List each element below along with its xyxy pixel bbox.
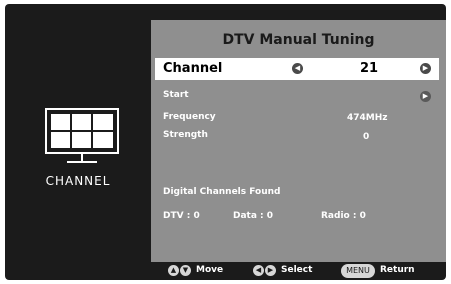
start-arrow-icon[interactable]: ▶ bbox=[420, 91, 431, 102]
left-arrow-icon: ◀ bbox=[253, 265, 264, 276]
left-panel: CHANNEL bbox=[5, 4, 151, 262]
channel-row[interactable]: Channel ◀ 21 ▶ bbox=[155, 58, 439, 80]
data-count: Data : 0 bbox=[233, 211, 274, 221]
tv-osd-frame: CHANNEL DTV Manual Tuning Channel ◀ 21 ▶… bbox=[5, 4, 446, 280]
footer-hints: ▲ ▼ Move ◀ ▶ Select MENU Return bbox=[151, 262, 446, 280]
channel-left-arrow-icon[interactable]: ◀ bbox=[292, 63, 303, 74]
manual-tuning-panel: DTV Manual Tuning Channel ◀ 21 ▶ Start ▶… bbox=[151, 20, 446, 262]
menu-key-icon: MENU bbox=[341, 264, 375, 278]
strength-value: 0 bbox=[363, 132, 370, 142]
up-arrow-icon: ▲ bbox=[168, 265, 179, 276]
select-hint: Select bbox=[281, 265, 313, 275]
radio-count: Radio : 0 bbox=[321, 211, 366, 221]
down-arrow-icon: ▼ bbox=[180, 265, 191, 276]
frequency-value: 474MHz bbox=[347, 113, 388, 123]
right-arrow-icon: ▶ bbox=[265, 265, 276, 276]
tv-icon bbox=[45, 108, 119, 163]
return-hint: Return bbox=[380, 265, 415, 275]
panel-title: DTV Manual Tuning bbox=[222, 32, 375, 48]
dtv-count: DTV : 0 bbox=[163, 211, 200, 221]
frequency-label: Frequency bbox=[163, 112, 216, 122]
channel-right-arrow-icon[interactable]: ▶ bbox=[420, 63, 431, 74]
start-label[interactable]: Start bbox=[163, 90, 189, 100]
move-hint: Move bbox=[196, 265, 224, 275]
channels-found-title: Digital Channels Found bbox=[163, 187, 281, 197]
sidebar-caption: CHANNEL bbox=[45, 174, 111, 188]
channel-label: Channel bbox=[163, 61, 223, 76]
strength-label: Strength bbox=[163, 130, 208, 140]
channel-value: 21 bbox=[360, 61, 379, 76]
